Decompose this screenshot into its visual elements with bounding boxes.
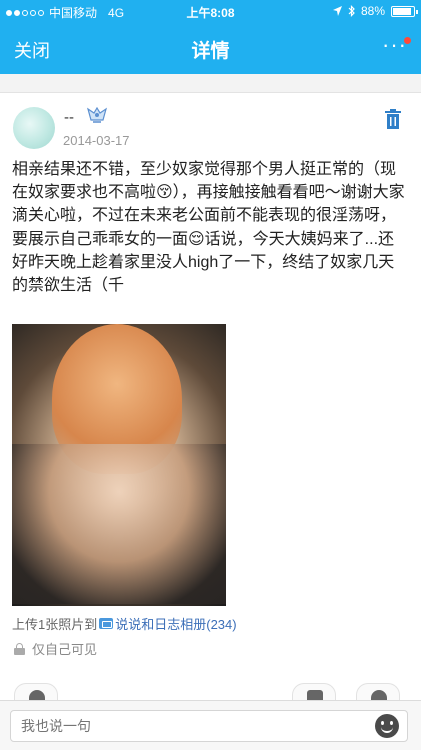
battery-percent: 88% [360, 4, 385, 18]
navigation-bar: 关闭 详情 ··· [0, 22, 421, 74]
post-card: -- 2014-03-17 相亲结果还不错，至少奴家觉得那个男人挺正常的（现在奴… [0, 92, 421, 712]
comment-input[interactable] [10, 710, 408, 742]
notification-badge [404, 37, 411, 44]
battery-icon [391, 5, 418, 17]
post-photo[interactable] [12, 324, 226, 606]
location-icon [332, 6, 342, 16]
bluetooth-icon [348, 5, 355, 17]
battery-level [393, 7, 411, 15]
privacy-label: 仅自己可见 [32, 642, 98, 657]
privacy-info: 仅自己可见 [14, 639, 97, 658]
trash-icon[interactable] [385, 109, 401, 129]
more-icon[interactable]: ··· [382, 32, 407, 58]
author-nickname[interactable]: -- [64, 109, 74, 126]
page-title: 详情 [191, 41, 230, 62]
top-header: 中国移动 4G 上午8:08 88% 关闭 详情 ··· [0, 0, 421, 74]
lock-icon [14, 642, 25, 655]
post-date: 2014-03-17 [63, 133, 130, 148]
avatar[interactable] [13, 107, 55, 149]
album-icon [99, 618, 114, 629]
upload-prefix: 上传1张照片到 [12, 617, 98, 632]
status-right: 88% [332, 4, 418, 18]
vip-badge-icon [86, 107, 108, 123]
post-content: 相亲结果还不错，至少奴家觉得那个男人挺正常的（现在奴家要求也不高啦😚），再接触接… [12, 161, 405, 295]
upload-info: 上传1张照片到 说说和日志相册(234) [12, 614, 237, 633]
status-bar: 中国移动 4G 上午8:08 88% [0, 0, 421, 22]
emoji-icon[interactable] [375, 714, 399, 738]
comment-bar [0, 700, 421, 750]
album-link[interactable]: 说说和日志相册(234) [115, 614, 236, 633]
